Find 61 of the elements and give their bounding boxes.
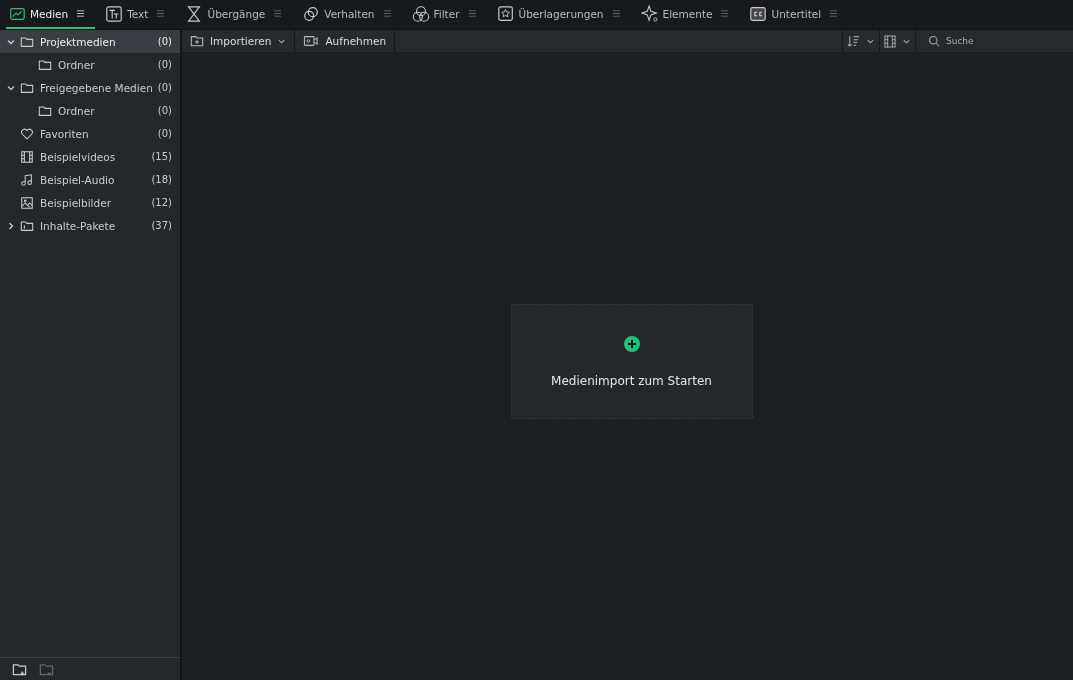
panel-tab[interactable]: Text [103,0,176,29]
search-field[interactable]: Suche [946,36,1056,46]
import-card[interactable]: Medienimport zum Starten [510,304,753,419]
folder-icon [20,80,34,95]
panel-tab[interactable]: Überlagerungen [494,0,631,29]
camera-icon [303,34,320,48]
menu-icon [611,9,621,18]
item-count: (0) [157,128,172,139]
menu-icon [720,9,730,18]
item-count: (0) [157,82,172,93]
item-count: (37) [151,220,172,231]
sidebar-item[interactable]: Freigegebene Medien (0) [0,76,180,99]
panel-tab[interactable]: Filter [409,0,487,29]
film-icon [20,149,34,164]
music-icon [20,172,34,187]
sidebar-item[interactable]: Beispielbilder (12) [0,191,180,214]
item-count: (15) [151,151,172,162]
folder-icon [38,103,52,118]
sidebar-item[interactable]: Ordner (0) [0,99,180,122]
circles-icon [411,4,430,23]
item-count: (18) [151,174,172,185]
caption-icon [749,4,768,23]
add-icon [623,335,640,352]
sidebar-item[interactable]: Ordner (0) [0,53,180,76]
folder-plus-icon [190,34,204,48]
sidebar-item[interactable]: Beispielvideos (15) [0,145,180,168]
sidebar-item[interactable]: Projektmedien (0) [0,30,180,53]
menu-icon [382,9,392,18]
panel-tab[interactable]: Verhalten [300,0,402,29]
menu-icon [156,9,166,18]
item-count: (0) [157,36,172,47]
new-folder-button[interactable] [12,661,27,677]
chevron-right-icon [6,220,16,231]
text-icon [105,4,124,23]
star-frame-icon [496,4,515,23]
import-button[interactable]: Importieren [182,30,296,52]
menu-icon [273,9,283,18]
sidebar-item[interactable]: Beispiel-Audio (18) [0,168,180,191]
panel-tab[interactable]: Untertitel [747,0,849,29]
item-count: (0) [157,59,172,70]
film-icon [884,34,896,48]
package-icon [20,218,34,233]
menu-icon [467,9,477,18]
folder-icon [38,57,52,72]
record-button[interactable]: Aufnehmen [295,30,396,52]
heart-icon [20,126,34,141]
item-count: (12) [151,197,172,208]
menu-icon [829,9,839,18]
image-icon [20,195,34,210]
sidebar-item[interactable]: Favoriten (0) [0,122,180,145]
circles-icon [302,4,321,23]
item-count: (0) [157,105,172,116]
sidebar-item[interactable]: Inhalte-Pakete (37) [0,214,180,237]
panel-tab[interactable]: Übergänge [183,0,293,29]
search-icon [928,35,940,47]
sort-icon [847,34,860,48]
menu-icon [76,9,86,18]
folder-icon [20,34,34,49]
sparkle-icon [640,4,659,23]
empty-state-text: Medienimport zum Starten [551,372,712,388]
panel-tab[interactable]: Elemente [638,0,740,29]
